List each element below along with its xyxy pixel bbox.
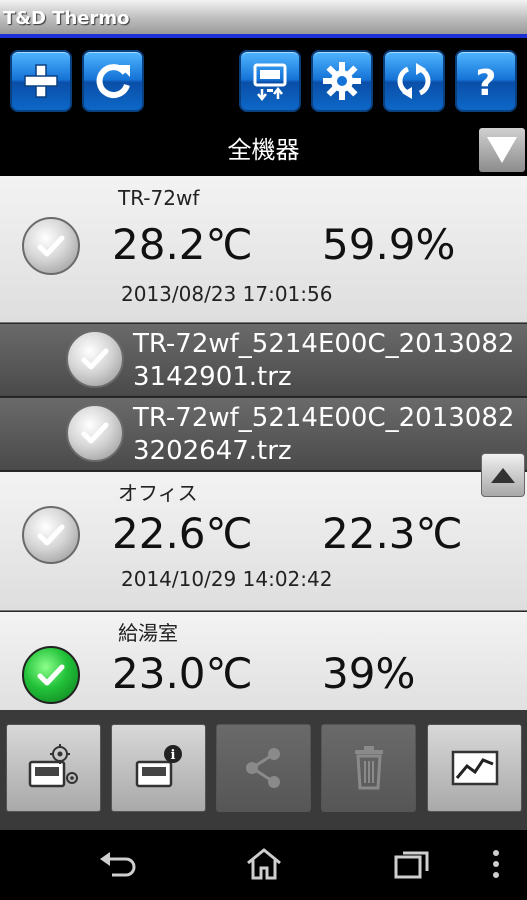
humidity-value: 39% — [322, 649, 416, 698]
back-button[interactable] — [96, 844, 140, 884]
collapse-button[interactable] — [481, 453, 525, 497]
temperature-value: 22.6℃ — [112, 509, 253, 558]
toolbar: ? — [0, 42, 527, 126]
sync-icon — [397, 63, 431, 99]
check-icon[interactable] — [22, 646, 80, 704]
share-button[interactable] — [216, 724, 311, 812]
device-list[interactable]: TR-72wf 28.2℃ 59.9% 2013/08/23 17:01:56 … — [0, 176, 527, 710]
device-settings-button[interactable] — [6, 724, 101, 812]
file-name: TR-72wf_5214E00C_20130823202647.trz — [133, 403, 515, 466]
check-icon[interactable] — [22, 506, 80, 564]
gear-icon — [323, 62, 361, 100]
temperature-value: 28.2℃ — [112, 220, 253, 269]
svg-text:?: ? — [476, 63, 497, 103]
help-button[interactable]: ? — [455, 50, 517, 112]
transfer-button[interactable] — [239, 50, 301, 112]
graph-button[interactable] — [427, 724, 522, 812]
app-title: T&D Thermo — [3, 8, 130, 29]
delete-button[interactable] — [321, 724, 416, 812]
share-icon — [245, 748, 280, 788]
home-icon — [247, 848, 281, 880]
device-name: 給湯室 — [118, 621, 178, 645]
trash-icon — [354, 746, 383, 790]
bottom-bar: i — [0, 710, 527, 830]
device-transfer-icon — [253, 63, 287, 102]
check-icon[interactable] — [66, 330, 124, 388]
device-timestamp: 2013/08/23 17:01:56 — [121, 282, 333, 306]
refresh-icon — [96, 64, 130, 99]
filter-dropdown-button[interactable] — [479, 128, 525, 172]
file-item[interactable]: TR-72wf_5214E00C_20130823202647.trz — [0, 398, 527, 471]
add-button[interactable] — [10, 50, 72, 112]
check-icon[interactable] — [22, 217, 80, 275]
triangle-down-icon — [487, 137, 517, 163]
graph-icon — [451, 750, 498, 786]
home-button[interactable] — [242, 844, 286, 884]
device-item[interactable]: 給湯室 23.0℃ 39% — [0, 612, 527, 710]
recent-apps-icon — [394, 851, 429, 879]
plus-icon — [24, 64, 58, 98]
overflow-menu-button[interactable] — [476, 844, 516, 884]
device-item[interactable]: オフィス 22.6℃ 22.3℃ 2014/10/29 14:02:42 — [0, 472, 527, 611]
system-nav-bar — [0, 830, 527, 900]
device-item[interactable]: TR-72wf 28.2℃ 59.9% 2013/08/23 17:01:56 — [0, 176, 527, 323]
recent-apps-button[interactable] — [390, 844, 434, 884]
settings-button[interactable] — [311, 50, 373, 112]
file-item[interactable]: TR-72wf_5214E00C_20130823142901.trz — [0, 324, 527, 397]
device-name: TR-72wf — [118, 186, 200, 210]
humidity-value: 59.9% — [322, 220, 456, 269]
overflow-menu-icon — [493, 850, 499, 878]
device-info-icon: i — [135, 745, 182, 788]
temperature-value: 23.0℃ — [112, 649, 253, 698]
device-timestamp: 2014/10/29 14:02:42 — [121, 567, 333, 591]
device-name: オフィス — [118, 481, 198, 505]
device-filter[interactable]: 全機器 — [0, 126, 527, 176]
device-gear-icon — [28, 744, 78, 788]
sync-button[interactable] — [383, 50, 445, 112]
back-icon — [100, 852, 136, 877]
refresh-button[interactable] — [82, 50, 144, 112]
device-info-button[interactable]: i — [111, 724, 206, 812]
temperature-value-2: 22.3℃ — [322, 509, 463, 558]
title-bar: T&D Thermo — [0, 0, 527, 38]
triangle-up-icon — [491, 468, 515, 483]
file-name: TR-72wf_5214E00C_20130823142901.trz — [133, 329, 515, 392]
svg-text:i: i — [170, 748, 175, 763]
question-icon: ? — [476, 63, 497, 103]
filter-label: 全機器 — [227, 136, 300, 164]
check-icon[interactable] — [66, 404, 124, 462]
